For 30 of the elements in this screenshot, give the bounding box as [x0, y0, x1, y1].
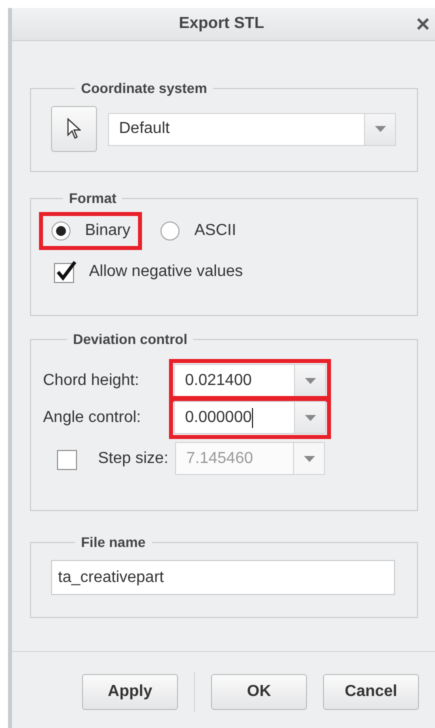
- group-title: Format: [68, 190, 118, 206]
- dialog-button[interactable]: Apply: [82, 674, 178, 710]
- select-button[interactable]: [51, 106, 97, 152]
- radio-label[interactable]: Binary: [85, 222, 130, 240]
- dropdown-button[interactable]: [294, 365, 325, 396]
- field-label: Angle control:: [43, 408, 142, 426]
- window-title: Export STL: [178, 15, 266, 33]
- close-icon[interactable]: [417, 18, 429, 30]
- dialog-button[interactable]: Cancel: [323, 674, 419, 710]
- group-title: File name: [80, 534, 147, 550]
- dialog-button[interactable]: OK: [211, 674, 307, 710]
- file-name-field[interactable]: ta_creativepart: [51, 560, 395, 595]
- checkbox-label[interactable]: Allow negative values: [89, 262, 243, 280]
- caret-icon: [304, 456, 315, 462]
- radio-button[interactable]: [160, 221, 180, 241]
- dropdown-button[interactable]: [364, 114, 395, 144]
- caret-icon: [304, 414, 316, 420]
- caret-icon: [304, 378, 316, 384]
- group-title: Deviation control: [72, 331, 188, 347]
- caret-icon: [374, 126, 386, 132]
- radio-label[interactable]: ASCII: [194, 222, 236, 240]
- pointer-icon: [67, 118, 81, 140]
- checkbox[interactable]: [54, 260, 77, 283]
- field-label: Chord height:: [43, 372, 140, 390]
- group-title: Coordinate system: [80, 80, 208, 96]
- input-field[interactable]: 0.000000: [174, 401, 326, 434]
- dropdown-button[interactable]: [294, 402, 325, 433]
- input-field[interactable]: 0.021400: [174, 364, 326, 397]
- dropdown-field[interactable]: Default: [108, 112, 396, 146]
- radio-button[interactable]: [51, 221, 71, 241]
